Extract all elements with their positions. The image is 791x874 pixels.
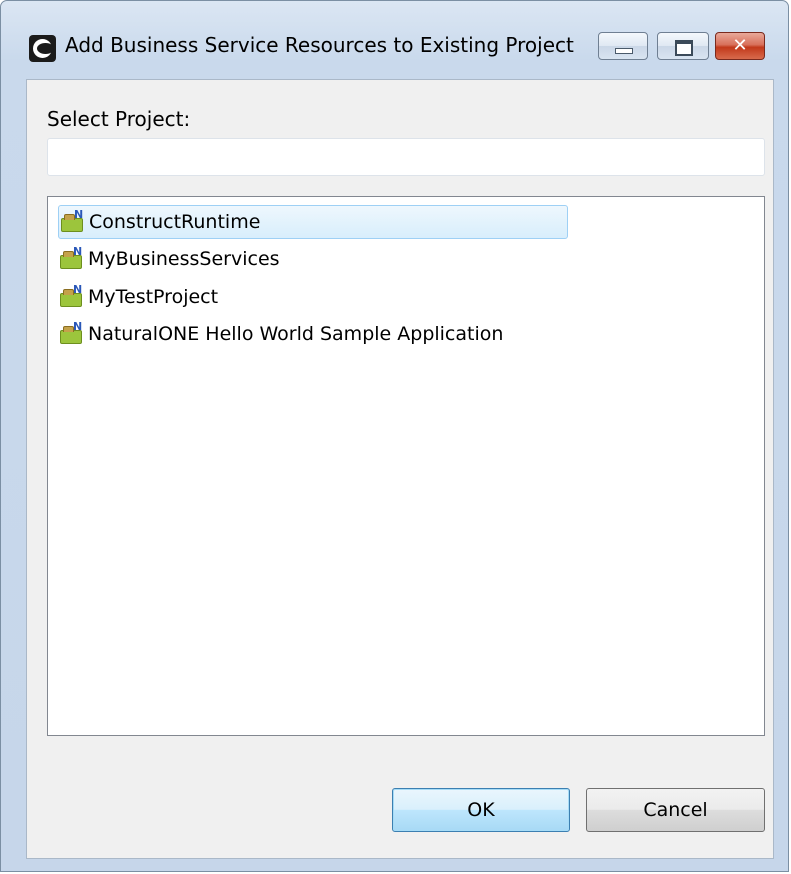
- project-list[interactable]: N ConstructRuntime N MyBusinessServices …: [47, 196, 765, 736]
- project-filter-input[interactable]: [47, 138, 765, 176]
- project-item-label: ConstructRuntime: [89, 211, 261, 233]
- project-item-mybusinessservices[interactable]: N MyBusinessServices: [58, 242, 290, 276]
- natural-project-folder-icon: N: [60, 320, 84, 345]
- project-item-mytestproject[interactable]: N MyTestProject: [58, 280, 228, 314]
- project-item-label: MyTestProject: [88, 286, 219, 308]
- title-bar[interactable]: Add Business Service Resources to Existi…: [1, 1, 788, 71]
- natural-project-folder-icon: N: [60, 283, 84, 308]
- select-project-label: Select Project:: [47, 107, 191, 131]
- minimize-icon: [615, 48, 633, 54]
- minimize-button[interactable]: [598, 32, 648, 60]
- window-title: Add Business Service Resources to Existi…: [65, 33, 574, 57]
- project-item-label: MyBusinessServices: [88, 248, 280, 270]
- project-item-label: NaturalONE Hello World Sample Applicatio…: [88, 323, 504, 345]
- project-item-constructruntime[interactable]: N ConstructRuntime: [58, 205, 568, 239]
- natural-project-folder-icon: N: [60, 245, 84, 270]
- dialog-window: Add Business Service Resources to Existi…: [0, 0, 789, 872]
- app-icon[interactable]: [29, 35, 56, 62]
- close-icon: ✕: [732, 35, 748, 56]
- project-item-naturalone-hello-world[interactable]: N NaturalONE Hello World Sample Applicat…: [58, 317, 513, 351]
- dialog-body: Select Project: N ConstructRuntime N MyB…: [26, 79, 774, 859]
- cancel-button[interactable]: Cancel: [586, 788, 765, 832]
- maximize-button[interactable]: [657, 32, 709, 60]
- close-button[interactable]: ✕: [715, 32, 765, 60]
- ok-button[interactable]: OK: [392, 788, 570, 832]
- maximize-icon: [675, 40, 693, 56]
- natural-project-folder-icon: N: [61, 208, 85, 233]
